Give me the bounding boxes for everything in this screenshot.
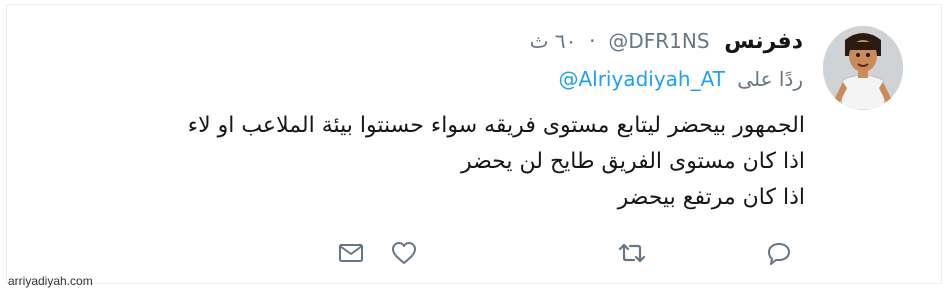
watermark-text: arriyadiyah.com xyxy=(8,274,93,288)
avatar-illustration xyxy=(823,26,903,110)
display-name[interactable]: دفرنس xyxy=(724,29,803,54)
avatar[interactable] xyxy=(823,26,903,110)
tweet-text: الجمهور بيحضر ليتابع مستوى فريقه سواء حس… xyxy=(115,108,805,216)
replying-to: ردًا على @Alriyadiyah_AT xyxy=(558,64,803,94)
tweet-line-2: اذا كان مستوى الفريق طايح لن يحضر xyxy=(460,149,805,174)
reply-prefix: ردًا على xyxy=(737,67,803,91)
tweet-line-1: الجمهور بيحضر ليتابع مستوى فريقه سواء حس… xyxy=(187,113,805,138)
tweet-timestamp[interactable]: ٦٠ ث xyxy=(530,29,577,53)
tweet-header: دفرنس @DFR1NS · ٦٠ ث xyxy=(530,26,803,57)
separator-dot: · xyxy=(589,29,596,53)
like-icon[interactable] xyxy=(389,238,419,268)
user-handle[interactable]: @DFR1NS xyxy=(608,29,709,53)
message-icon[interactable] xyxy=(336,238,366,268)
reply-mention-link[interactable]: @Alriyadiyah_AT xyxy=(558,67,724,91)
tweet-card: دفرنس @DFR1NS · ٦٠ ث ردًا على @Alriyadiy… xyxy=(0,0,950,292)
retweet-icon[interactable] xyxy=(617,238,647,268)
tweet-line-3: اذا كان مرتفع بيحضر xyxy=(617,185,805,210)
reply-icon[interactable] xyxy=(764,238,794,268)
